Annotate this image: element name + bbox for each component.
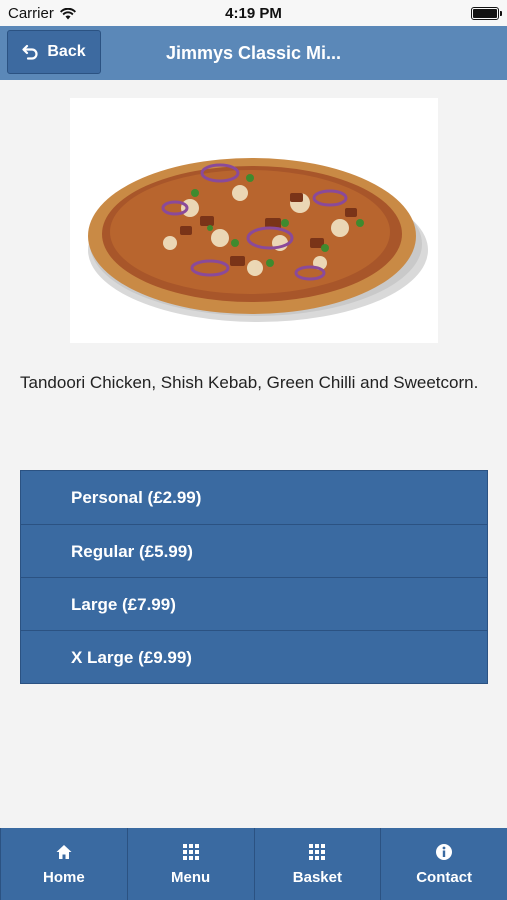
tab-basket[interactable]: Basket [253, 828, 381, 900]
home-icon [56, 844, 72, 859]
tab-bar: Home Menu Basket Contact [0, 828, 507, 900]
product-image [70, 98, 438, 343]
back-label: Back [47, 43, 86, 60]
tab-basket-label: Basket [292, 868, 342, 886]
size-option-regular[interactable]: Regular (£5.99) [21, 524, 487, 577]
tab-contact-label: Contact [416, 868, 473, 886]
grid-icon [309, 843, 326, 860]
page-title: Jimmys Classic Mi... [165, 43, 342, 63]
size-option-personal[interactable]: Personal (£2.99) [21, 471, 487, 524]
info-icon [436, 843, 453, 860]
tab-home[interactable]: Home [0, 828, 127, 900]
tab-menu[interactable]: Menu [126, 828, 254, 900]
size-option-x-large[interactable]: X Large (£9.99) [21, 630, 487, 683]
tab-menu-label: Menu [171, 868, 211, 886]
clock: 4:19 PM [225, 5, 282, 22]
size-options: Personal (£2.99) Regular (£5.99) Large (… [20, 470, 488, 684]
product-description: Tandoori Chicken, Shish Kebab, Green Chi… [20, 373, 479, 392]
back-arrow-icon [22, 44, 38, 60]
battery-icon [471, 7, 502, 20]
size-option-large[interactable]: Large (£7.99) [21, 577, 487, 630]
grid-icon [182, 843, 199, 860]
tab-contact[interactable]: Contact [380, 828, 507, 900]
back-button[interactable]: Back [7, 30, 101, 74]
status-bar: Carrier 4:19 PM [0, 0, 507, 26]
navigation-bar: Back Jimmys Classic Mi... [0, 26, 507, 80]
tab-home-label: Home [43, 868, 85, 886]
pizza-image [88, 158, 428, 322]
